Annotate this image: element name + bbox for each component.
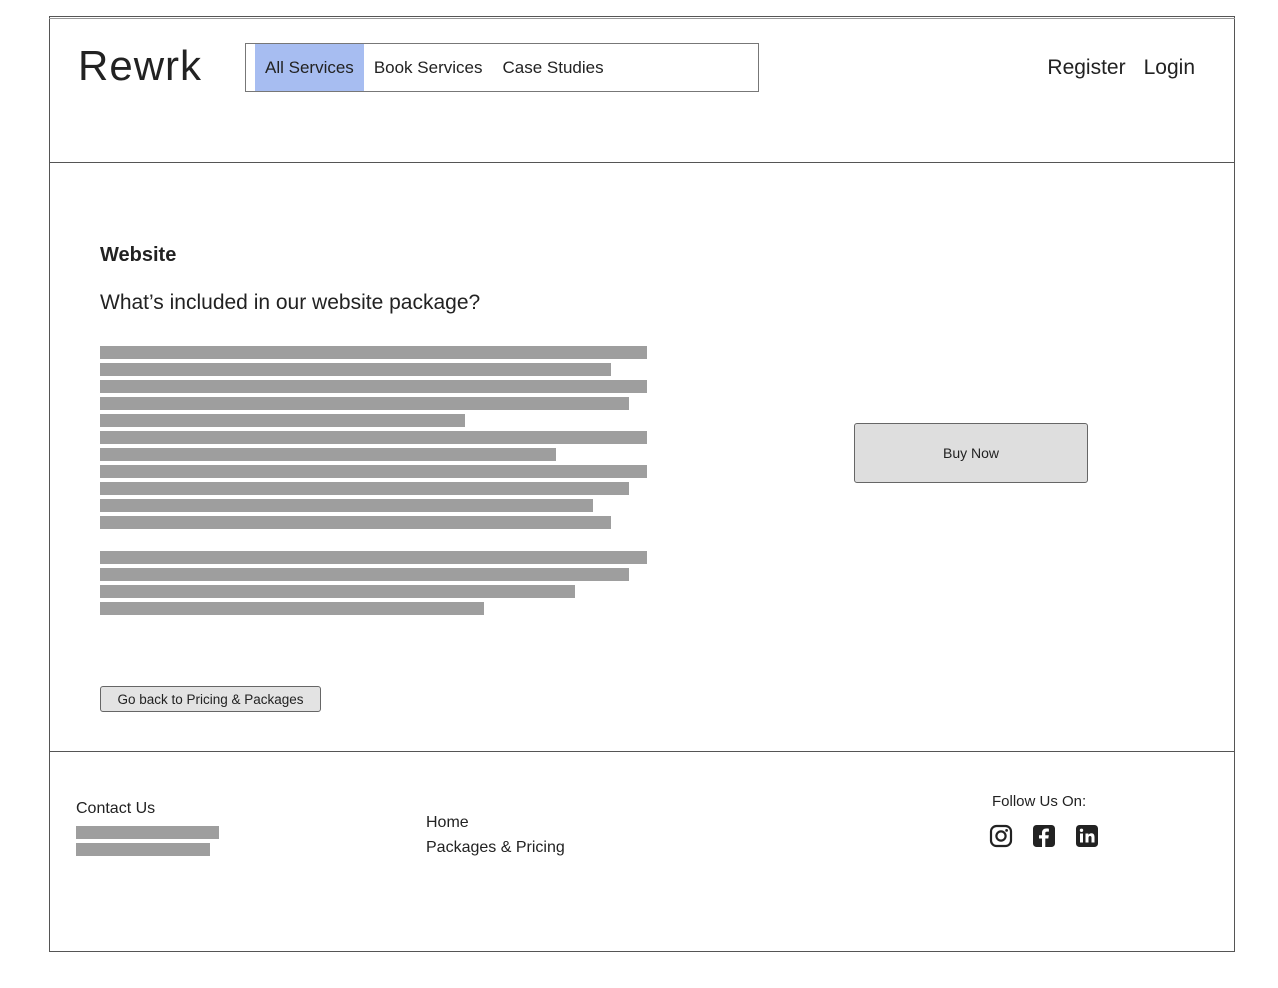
nav-tab-all-services[interactable]: All Services [255,44,364,91]
text-placeholder-line [100,482,629,495]
logo[interactable]: Rewrk [78,42,202,90]
text-placeholder-line [100,448,556,461]
package-subheading: What’s included in our website package? [100,291,481,314]
header-divider [49,162,1235,163]
main-nav: All Services Book Services Case Studies [245,43,759,92]
contact-placeholder [76,826,219,860]
follow-label: Follow Us On: [992,793,1087,810]
facebook-icon[interactable] [1032,824,1056,848]
text-placeholder-line [100,465,647,478]
text-placeholder-line [100,516,611,529]
buy-now-button[interactable]: Buy Now [854,423,1088,483]
footer-link-home[interactable]: Home [426,810,565,835]
text-placeholder-line [100,602,484,615]
text-placeholder-line [100,551,647,564]
text-placeholder-line [100,431,647,444]
text-placeholder-line [100,346,647,359]
login-link[interactable]: Login [1144,56,1195,80]
footer-link-packages-pricing[interactable]: Packages & Pricing [426,835,565,860]
description-placeholder [100,346,647,619]
nav-tab-case-studies[interactable]: Case Studies [492,44,613,91]
back-to-pricing-button[interactable]: Go back to Pricing & Packages [100,686,321,712]
text-placeholder-line [100,499,593,512]
linkedin-icon[interactable] [1075,824,1099,848]
frame-top-border [49,18,1235,19]
text-placeholder-line [100,568,629,581]
text-placeholder-line [76,826,219,839]
contact-title: Contact Us [76,800,156,817]
text-placeholder-line [100,585,575,598]
text-placeholder-line [100,414,465,427]
text-placeholder-line [76,843,210,856]
text-placeholder-line [100,380,647,393]
footer-links: Home Packages & Pricing [426,810,565,860]
footer-divider [49,751,1235,752]
nav-tab-book-services[interactable]: Book Services [364,44,493,91]
social-icons [989,824,1099,848]
auth-links: Register Login [1047,56,1195,80]
text-placeholder-line [100,397,629,410]
page-title: Website [100,244,177,266]
register-link[interactable]: Register [1047,56,1125,80]
instagram-icon[interactable] [989,824,1013,848]
text-placeholder-line [100,363,611,376]
